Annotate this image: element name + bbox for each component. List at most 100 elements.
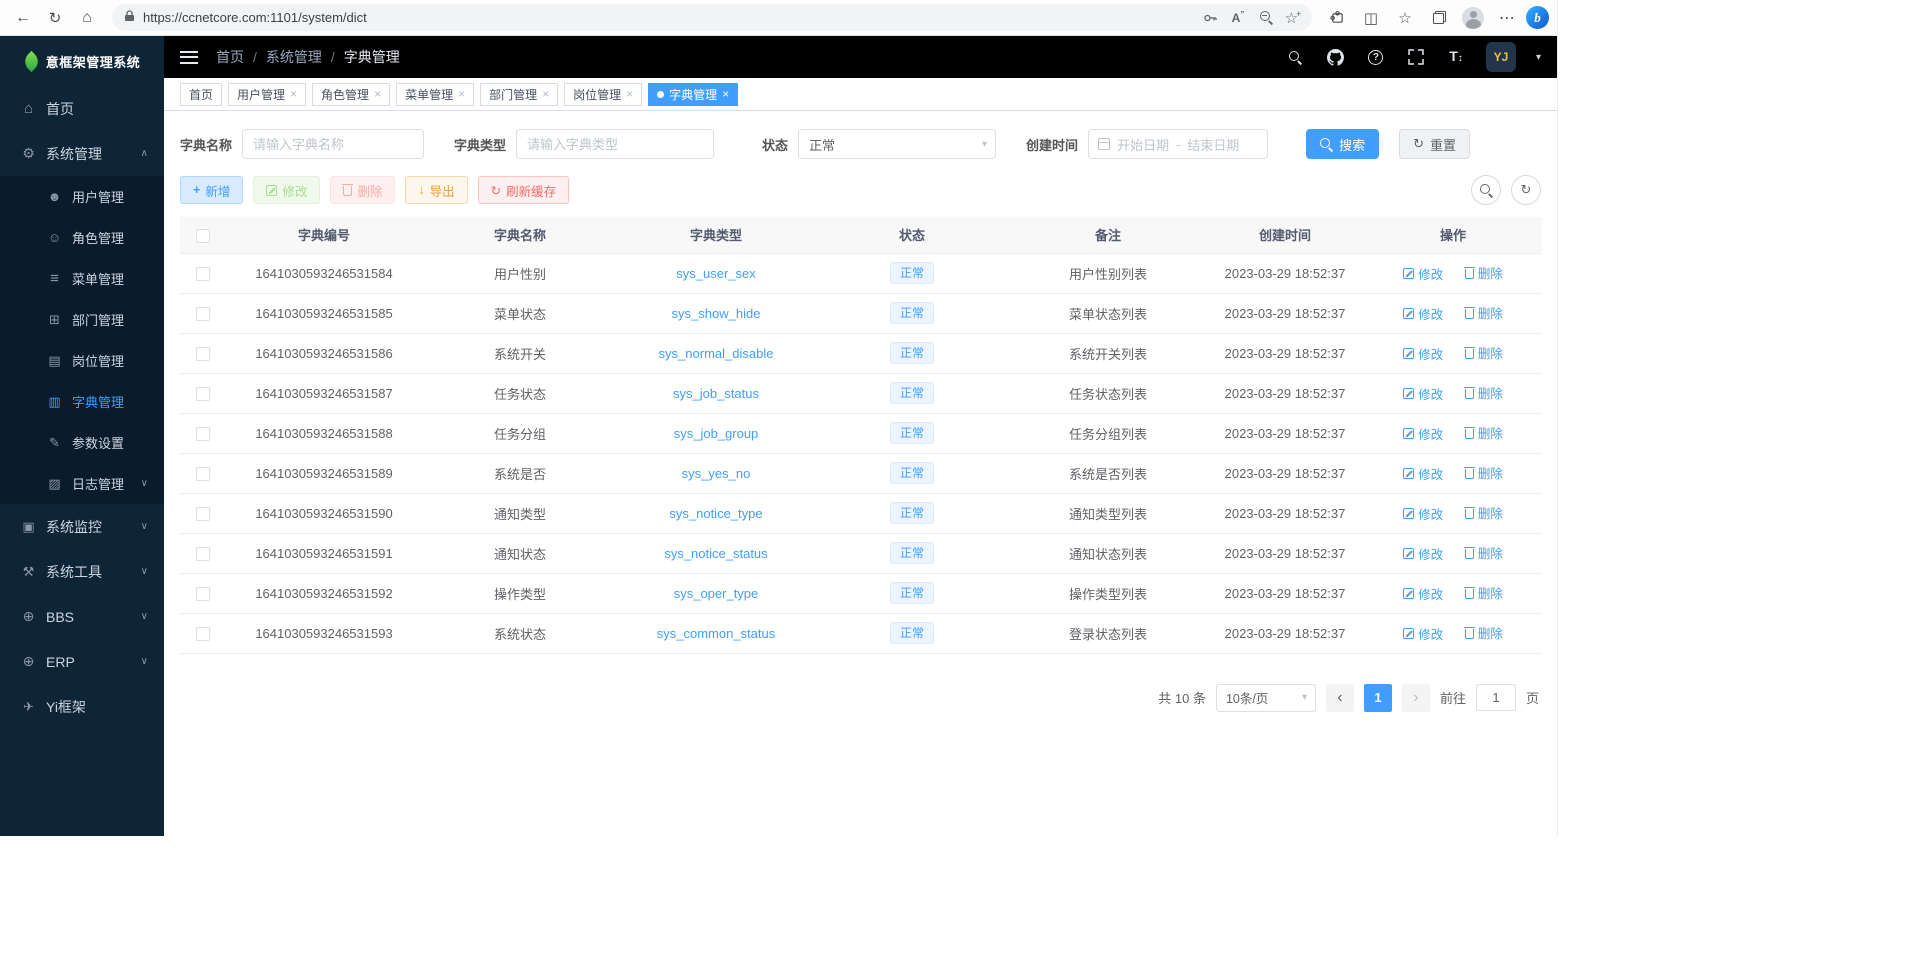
row-checkbox[interactable] [196,347,210,361]
sidebar-item[interactable]: 系统工具 [0,549,164,594]
edit-row-button[interactable]: 修改 [1403,304,1443,323]
more-menu-icon[interactable] [1492,3,1522,33]
sidebar-item[interactable]: Yi框架 [0,684,164,729]
row-checkbox[interactable] [196,427,210,441]
delete-row-button[interactable]: 删除 [1465,463,1503,482]
table-row[interactable]: 1641030593246531593 系统状态 sys_common_stat… [180,613,1542,653]
split-screen-icon[interactable] [1356,3,1386,33]
breadcrumb-system[interactable]: 系统管理 [266,47,322,67]
sidebar-item[interactable]: 角色管理 [0,217,164,258]
row-checkbox[interactable] [196,507,210,521]
row-checkbox[interactable] [196,547,210,561]
delete-row-button[interactable]: 删除 [1465,263,1503,282]
edit-row-button[interactable]: 修改 [1403,344,1443,363]
row-checkbox[interactable] [196,587,210,601]
add-favorite-star-icon[interactable] [1282,6,1306,30]
prev-page-button[interactable] [1326,684,1354,712]
dict-type-link[interactable]: sys_user_sex [676,266,755,281]
delete-row-button[interactable]: 删除 [1465,623,1503,642]
edit-button[interactable]: 修改 [253,176,320,204]
select-all-checkbox[interactable] [196,229,210,243]
search-icon[interactable] [1286,47,1306,67]
table-row[interactable]: 1641030593246531588 任务分组 sys_job_group 正… [180,413,1542,453]
delete-row-button[interactable]: 删除 [1465,583,1503,602]
tab[interactable]: 字典管理 [648,83,738,106]
delete-button[interactable]: 删除 [330,176,395,204]
help-icon[interactable] [1366,47,1386,67]
extensions-icon[interactable] [1322,3,1352,33]
table-row[interactable]: 1641030593246531585 菜单状态 sys_show_hide 正… [180,293,1542,333]
sidebar-item[interactable]: 岗位管理 [0,340,164,381]
edit-row-button[interactable]: 修改 [1403,584,1443,603]
dict-type-link[interactable]: sys_show_hide [672,306,761,321]
tab-close-icon[interactable] [458,88,465,100]
dict-type-input[interactable] [516,129,714,159]
tab[interactable]: 菜单管理 [396,83,474,106]
sidebar-item[interactable]: 系统管理 [0,131,164,176]
row-checkbox[interactable] [196,387,210,401]
edit-row-button[interactable]: 修改 [1403,384,1443,403]
read-aloud-icon[interactable] [1226,6,1250,30]
table-row[interactable]: 1641030593246531584 用户性别 sys_user_sex 正常… [180,253,1542,293]
delete-row-button[interactable]: 删除 [1465,503,1503,522]
page-size-select[interactable]: 10条/页 [1216,684,1316,712]
dict-type-link[interactable]: sys_common_status [657,626,776,641]
breadcrumb-home[interactable]: 首页 [216,47,244,67]
font-size-icon[interactable] [1446,47,1466,67]
dict-type-link[interactable]: sys_job_group [674,426,759,441]
next-page-button[interactable] [1402,684,1430,712]
table-row[interactable]: 1641030593246531591 通知状态 sys_notice_stat… [180,533,1542,573]
delete-row-button[interactable]: 删除 [1465,303,1503,322]
export-button[interactable]: 导出 [405,176,467,204]
sidebar-item[interactable]: 首页 [0,86,164,131]
table-row[interactable]: 1641030593246531590 通知类型 sys_notice_type… [180,493,1542,533]
sidebar-item[interactable]: ERP [0,639,164,684]
dict-type-link[interactable]: sys_yes_no [682,466,751,481]
password-key-icon[interactable] [1198,6,1222,30]
refresh-table-button[interactable] [1511,175,1541,205]
table-row[interactable]: 1641030593246531589 系统是否 sys_yes_no 正常 系… [180,453,1542,493]
tab[interactable]: 角色管理 [312,83,390,106]
fullscreen-icon[interactable] [1406,47,1426,67]
sidebar-item[interactable]: 系统监控 [0,504,164,549]
dict-name-input[interactable] [242,129,424,159]
table-row[interactable]: 1641030593246531586 系统开关 sys_normal_disa… [180,333,1542,373]
edit-row-button[interactable]: 修改 [1403,504,1443,523]
tab-close-icon[interactable] [374,88,381,100]
home-button[interactable] [72,3,102,33]
tab-close-icon[interactable] [290,88,297,100]
edit-row-button[interactable]: 修改 [1403,464,1443,483]
goto-page-input[interactable] [1476,684,1516,711]
sidebar-item[interactable]: 日志管理 [0,463,164,504]
reload-button[interactable] [40,3,70,33]
search-button[interactable]: 搜索 [1306,129,1379,159]
sidebar-item[interactable]: 用户管理 [0,176,164,217]
delete-row-button[interactable]: 删除 [1465,343,1503,362]
sidebar-item[interactable]: BBS [0,594,164,639]
delete-row-button[interactable]: 删除 [1465,543,1503,562]
tab[interactable]: 部门管理 [480,83,558,106]
user-avatar[interactable]: YJ [1486,42,1516,72]
hamburger-menu-icon[interactable] [180,51,198,64]
zoom-indicator-icon[interactable] [1254,6,1278,30]
back-button[interactable] [8,3,38,33]
delete-row-button[interactable]: 删除 [1465,383,1503,402]
tab-close-icon[interactable] [542,88,549,100]
tab[interactable]: 用户管理 [228,83,306,106]
edit-row-button[interactable]: 修改 [1403,424,1443,443]
edit-row-button[interactable]: 修改 [1403,624,1443,643]
dict-type-link[interactable]: sys_job_status [673,386,759,401]
show-search-button[interactable] [1471,175,1501,205]
copilot-bing-icon[interactable] [1526,6,1549,29]
sidebar-item[interactable]: 参数设置 [0,422,164,463]
page-number-button[interactable]: 1 [1364,684,1392,712]
dict-type-link[interactable]: sys_notice_status [664,546,767,561]
address-bar[interactable]: https://ccnetcore.com:1101/system/dict [112,4,1312,31]
dict-type-link[interactable]: sys_notice_type [669,506,762,521]
edit-row-button[interactable]: 修改 [1403,544,1443,563]
row-checkbox[interactable] [196,267,210,281]
row-checkbox[interactable] [196,467,210,481]
sidebar-item[interactable]: 字典管理 [0,381,164,422]
row-checkbox[interactable] [196,307,210,321]
tab[interactable]: 岗位管理 [564,83,642,106]
